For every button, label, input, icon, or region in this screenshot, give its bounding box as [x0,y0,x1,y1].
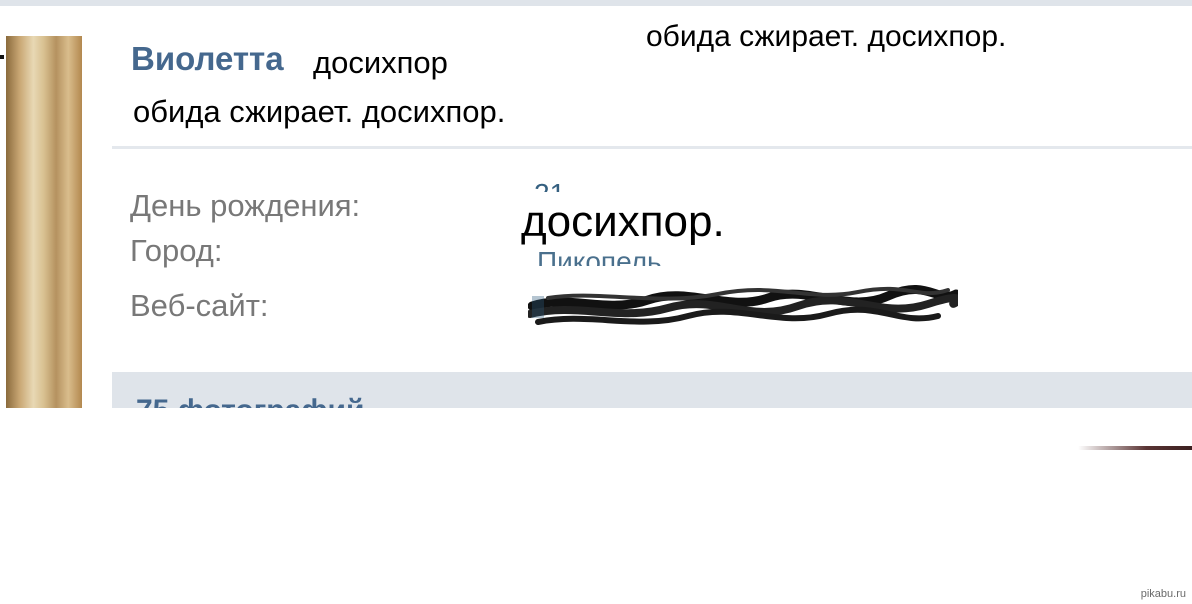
top-caption: обида сжирает. досихпор. [646,20,1007,53]
website-label: Веб-сайт: [130,288,269,323]
left-dot [0,55,4,59]
profile-name[interactable]: Виолетта [131,40,284,78]
photos-count-label[interactable]: 75 фотографий [136,394,364,408]
avatar[interactable] [6,36,82,408]
city-value[interactable]: Пикопель [537,246,687,266]
photos-bar[interactable]: 75 фотографий [112,372,1192,408]
status-text: обида сжирает. досихпор. [133,94,506,129]
city-label: Город: [130,233,223,268]
birthday-label: День рождения: [130,188,361,223]
website-scribble [528,285,958,325]
top-strip [0,0,1192,6]
status-inline-text: досихпор [313,45,448,80]
watermark: pikabu.ru [1140,588,1186,600]
birthday-value[interactable]: 21 ...... .......... [534,178,704,192]
overlay-word: досихпор. [519,196,727,249]
decorative-line [1078,446,1192,450]
divider [112,146,1192,149]
